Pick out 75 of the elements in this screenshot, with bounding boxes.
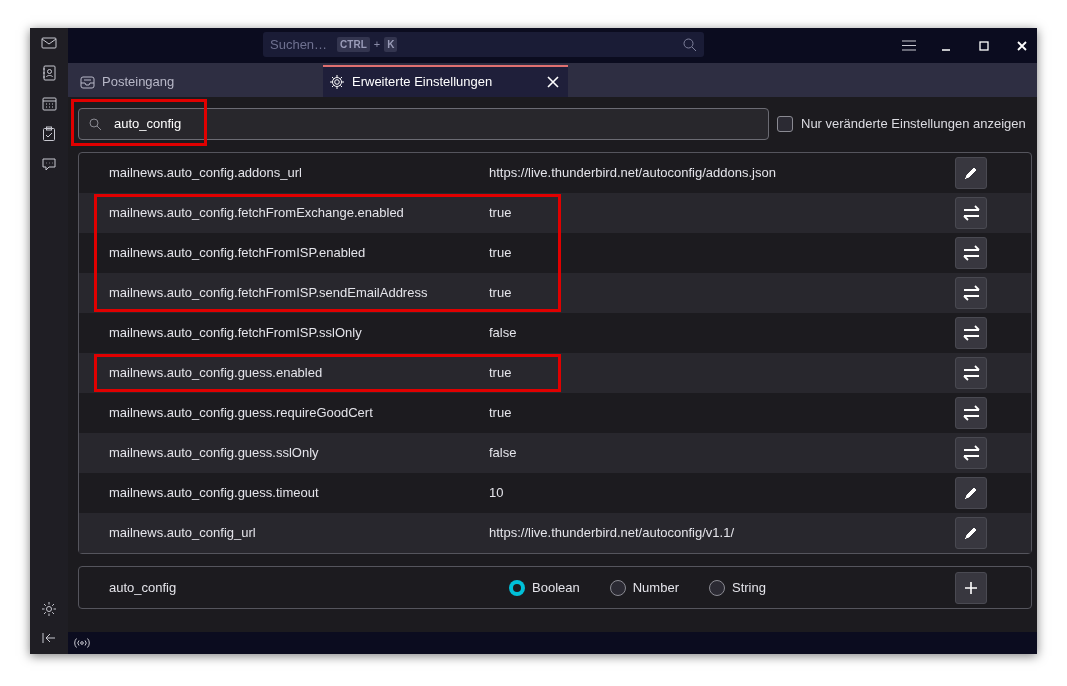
preference-value: true	[489, 364, 513, 383]
toggle-button[interactable]	[955, 357, 987, 389]
edit-button[interactable]	[955, 157, 987, 189]
swap-arrows-icon	[962, 285, 980, 301]
toggle-button[interactable]	[955, 317, 987, 349]
preference-name: mailnews.auto_config.fetchFromISP.sslOnly	[108, 324, 363, 343]
settings-icon[interactable]	[41, 601, 57, 617]
swap-arrows-icon	[962, 245, 980, 261]
preference-name: mailnews.auto_config.fetchFromExchange.enabled	[108, 204, 405, 223]
add-button[interactable]	[955, 571, 987, 604]
preference-value: 10	[489, 484, 505, 503]
toggle-button[interactable]	[955, 237, 987, 269]
preference-value: https://live.thunderbird.net/autoconfig/v1.1/	[489, 524, 735, 543]
preference-name: mailnews.auto_config.guess.requireGoodCert	[108, 404, 374, 423]
preference-name: mailnews.auto_config.fetchFromISP.sendEmailAddress	[108, 284, 429, 303]
close-icon[interactable]	[1017, 40, 1027, 51]
pencil-icon	[964, 526, 978, 540]
search-icon	[89, 117, 102, 131]
swap-arrows-icon	[962, 325, 980, 341]
mail-icon[interactable]	[41, 36, 57, 50]
tab[interactable]: Erweiterte Einstellungen	[323, 65, 568, 97]
swap-arrows-icon	[962, 445, 980, 461]
preference-name: mailnews.auto_config.guess.timeout	[108, 484, 320, 503]
preference-value: true	[489, 204, 513, 223]
search-field[interactable]: Suchen… CTRL + K	[263, 32, 704, 57]
edit-button[interactable]	[955, 477, 987, 509]
toggle-button[interactable]	[955, 197, 987, 229]
plus-sign: +	[373, 37, 381, 53]
calendar-icon[interactable]	[41, 96, 57, 111]
radio-button[interactable]	[509, 579, 525, 596]
radio-button[interactable]	[609, 579, 626, 596]
pencil-icon	[964, 166, 978, 180]
search-placeholder: Suchen…	[270, 35, 328, 54]
radio-label: Number	[632, 578, 679, 597]
preference-value: https://live.thunderbird.net/autoconfig/addons.json	[489, 164, 777, 183]
key-label: K	[384, 37, 398, 52]
preference-value: true	[489, 244, 513, 263]
toggle-button[interactable]	[955, 277, 987, 309]
preference-value: false	[489, 444, 518, 463]
close-tab-icon[interactable]	[547, 76, 559, 88]
toggle-button[interactable]	[955, 397, 987, 429]
address-book-icon[interactable]	[42, 65, 56, 81]
radio-label: String	[731, 578, 766, 597]
swap-arrows-icon	[962, 405, 980, 421]
plus-icon	[964, 580, 978, 595]
preference-name: mailnews.auto_config.fetchFromISP.enabled	[108, 244, 367, 263]
pencil-icon	[964, 486, 978, 500]
swap-arrows-icon	[962, 205, 980, 221]
maximize-icon[interactable]	[979, 40, 989, 51]
radio-label: Boolean	[532, 578, 580, 597]
collapse-icon[interactable]	[42, 632, 56, 644]
gear-icon	[329, 74, 345, 90]
checkbox[interactable]	[777, 116, 793, 132]
tab[interactable]: Posteingang	[70, 65, 323, 97]
preference-name: mailnews.auto_config.guess.sslOnly	[108, 444, 320, 463]
toggle-button[interactable]	[955, 437, 987, 469]
preference-name: mailnews.auto_config.addons_url	[108, 164, 303, 183]
search-field[interactable]: auto_config	[78, 108, 769, 140]
swap-arrows-icon	[962, 365, 980, 381]
preference-value: false	[489, 324, 518, 343]
preference-name: mailnews.auto_config_url	[108, 524, 257, 543]
inbox-icon	[80, 74, 95, 90]
chat-icon[interactable]	[41, 157, 57, 172]
search-icon	[683, 37, 697, 52]
edit-button[interactable]	[955, 517, 987, 549]
wireless-signal-icon	[74, 638, 90, 648]
key-label: CTRL	[337, 37, 370, 52]
radio-button[interactable]	[708, 579, 725, 596]
preference-name: auto_config	[108, 578, 178, 597]
task-icon[interactable]	[42, 126, 56, 142]
preference-name: mailnews.auto_config.guess.enabled	[108, 364, 324, 383]
menu-icon[interactable]	[902, 40, 916, 51]
preference-value: true	[489, 404, 513, 423]
preference-value: true	[489, 284, 513, 303]
checkbox-label: Nur veränderte Einstellungen anzeigen	[801, 115, 1026, 134]
